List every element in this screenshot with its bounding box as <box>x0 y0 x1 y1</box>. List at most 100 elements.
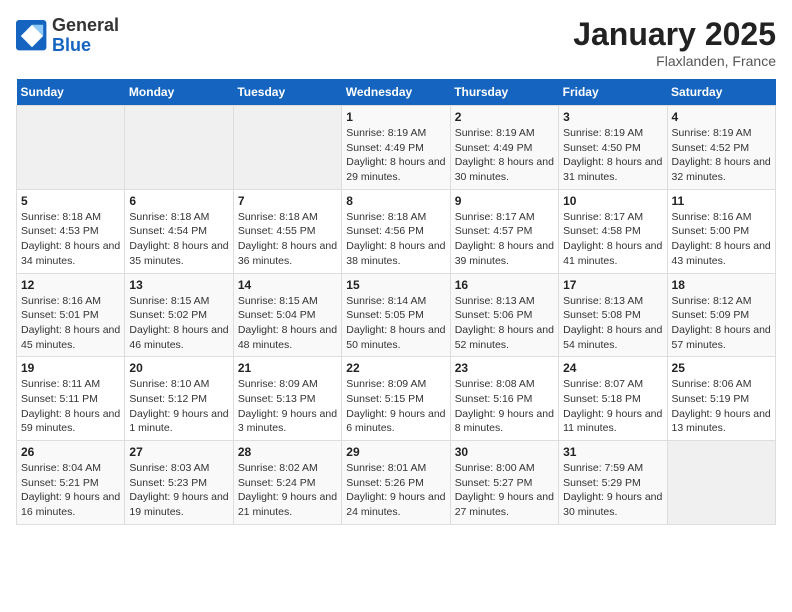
day-info: Sunrise: 8:16 AMSunset: 5:01 PMDaylight:… <box>21 294 120 353</box>
calendar-cell: 12 Sunrise: 8:16 AMSunset: 5:01 PMDayligh… <box>17 273 125 357</box>
day-number: 6 <box>129 194 228 208</box>
day-info: Sunrise: 8:01 AMSunset: 5:26 PMDaylight:… <box>346 461 445 520</box>
day-info: Sunrise: 8:13 AMSunset: 5:06 PMDaylight:… <box>455 294 554 353</box>
calendar-cell: 1 Sunrise: 8:19 AMSunset: 4:49 PMDaylight… <box>342 106 450 190</box>
weekday-header-row: SundayMondayTuesdayWednesdayThursdayFrid… <box>17 79 776 106</box>
day-info: Sunrise: 8:18 AMSunset: 4:53 PMDaylight:… <box>21 210 120 269</box>
day-number: 13 <box>129 278 228 292</box>
day-info: Sunrise: 8:15 AMSunset: 5:04 PMDaylight:… <box>238 294 337 353</box>
day-info: Sunrise: 8:04 AMSunset: 5:21 PMDaylight:… <box>21 461 120 520</box>
calendar-cell: 26Sunrise: 8:04 AMSunset: 5:21 PMDayligh… <box>17 441 125 525</box>
day-info: Sunrise: 8:18 AMSunset: 4:56 PMDaylight:… <box>346 210 445 269</box>
day-info: Sunrise: 8:09 AMSunset: 5:13 PMDaylight:… <box>238 377 337 436</box>
calendar-cell: 3 Sunrise: 8:19 AMSunset: 4:50 PMDaylight… <box>559 106 667 190</box>
day-number: 7 <box>238 194 337 208</box>
calendar-cell: 9 Sunrise: 8:17 AMSunset: 4:57 PMDaylight… <box>450 189 558 273</box>
logo-icon <box>16 20 48 52</box>
calendar-week-3: 12 Sunrise: 8:16 AMSunset: 5:01 PMDayligh… <box>17 273 776 357</box>
day-number: 3 <box>563 110 662 124</box>
day-info: Sunrise: 8:03 AMSunset: 5:23 PMDaylight:… <box>129 461 228 520</box>
calendar-week-1: 1 Sunrise: 8:19 AMSunset: 4:49 PMDaylight… <box>17 106 776 190</box>
day-info: Sunrise: 8:19 AMSunset: 4:50 PMDaylight:… <box>563 126 662 185</box>
weekday-tuesday: Tuesday <box>233 79 341 106</box>
day-info: Sunrise: 8:15 AMSunset: 5:02 PMDaylight:… <box>129 294 228 353</box>
logo: General Blue <box>16 16 119 56</box>
day-info: Sunrise: 8:17 AMSunset: 4:57 PMDaylight:… <box>455 210 554 269</box>
calendar-title: January 2025 <box>573 16 776 53</box>
day-number: 25 <box>672 361 771 375</box>
calendar-cell: 30Sunrise: 8:00 AMSunset: 5:27 PMDayligh… <box>450 441 558 525</box>
day-number: 12 <box>21 278 120 292</box>
day-info: Sunrise: 8:09 AMSunset: 5:15 PMDaylight:… <box>346 377 445 436</box>
day-number: 10 <box>563 194 662 208</box>
day-number: 1 <box>346 110 445 124</box>
calendar-cell: 31Sunrise: 7:59 AMSunset: 5:29 PMDayligh… <box>559 441 667 525</box>
day-number: 19 <box>21 361 120 375</box>
day-number: 15 <box>346 278 445 292</box>
calendar-cell <box>667 441 775 525</box>
day-number: 28 <box>238 445 337 459</box>
calendar-cell: 13 Sunrise: 8:15 AMSunset: 5:02 PMDayligh… <box>125 273 233 357</box>
calendar-cell: 10 Sunrise: 8:17 AMSunset: 4:58 PMDayligh… <box>559 189 667 273</box>
day-info: Sunrise: 8:18 AMSunset: 4:55 PMDaylight:… <box>238 210 337 269</box>
weekday-thursday: Thursday <box>450 79 558 106</box>
day-info: Sunrise: 8:02 AMSunset: 5:24 PMDaylight:… <box>238 461 337 520</box>
title-block: January 2025 Flaxlanden, France <box>573 16 776 69</box>
calendar-cell: 21 Sunrise: 8:09 AMSunset: 5:13 PMDayligh… <box>233 357 341 441</box>
calendar-cell: 17Sunrise: 8:13 AMSunset: 5:08 PMDayligh… <box>559 273 667 357</box>
day-number: 23 <box>455 361 554 375</box>
day-info: Sunrise: 7:59 AMSunset: 5:29 PMDaylight:… <box>563 461 662 520</box>
calendar-cell: 7 Sunrise: 8:18 AMSunset: 4:55 PMDaylight… <box>233 189 341 273</box>
day-info: Sunrise: 8:00 AMSunset: 5:27 PMDaylight:… <box>455 461 554 520</box>
calendar-table: SundayMondayTuesdayWednesdayThursdayFrid… <box>16 79 776 525</box>
day-number: 4 <box>672 110 771 124</box>
day-info: Sunrise: 8:18 AMSunset: 4:54 PMDaylight:… <box>129 210 228 269</box>
day-number: 22 <box>346 361 445 375</box>
day-number: 14 <box>238 278 337 292</box>
day-info: Sunrise: 8:10 AMSunset: 5:12 PMDaylight:… <box>129 377 228 436</box>
day-number: 29 <box>346 445 445 459</box>
calendar-cell: 27 Sunrise: 8:03 AMSunset: 5:23 PMDayligh… <box>125 441 233 525</box>
calendar-cell: 6 Sunrise: 8:18 AMSunset: 4:54 PMDaylight… <box>125 189 233 273</box>
day-info: Sunrise: 8:16 AMSunset: 5:00 PMDaylight:… <box>672 210 771 269</box>
calendar-cell: 4 Sunrise: 8:19 AMSunset: 4:52 PMDaylight… <box>667 106 775 190</box>
day-info: Sunrise: 8:17 AMSunset: 4:58 PMDaylight:… <box>563 210 662 269</box>
day-info: Sunrise: 8:08 AMSunset: 5:16 PMDaylight:… <box>455 377 554 436</box>
day-number: 18 <box>672 278 771 292</box>
logo-blue-text: Blue <box>52 35 91 55</box>
day-info: Sunrise: 8:11 AMSunset: 5:11 PMDaylight:… <box>21 377 120 436</box>
day-info: Sunrise: 8:19 AMSunset: 4:49 PMDaylight:… <box>346 126 445 185</box>
day-number: 9 <box>455 194 554 208</box>
calendar-cell: 5Sunrise: 8:18 AMSunset: 4:53 PMDaylight… <box>17 189 125 273</box>
calendar-cell: 25 Sunrise: 8:06 AMSunset: 5:19 PMDayligh… <box>667 357 775 441</box>
day-number: 16 <box>455 278 554 292</box>
calendar-week-4: 19 Sunrise: 8:11 AMSunset: 5:11 PMDayligh… <box>17 357 776 441</box>
calendar-week-2: 5Sunrise: 8:18 AMSunset: 4:53 PMDaylight… <box>17 189 776 273</box>
day-info: Sunrise: 8:19 AMSunset: 4:49 PMDaylight:… <box>455 126 554 185</box>
calendar-cell: 14 Sunrise: 8:15 AMSunset: 5:04 PMDayligh… <box>233 273 341 357</box>
day-number: 27 <box>129 445 228 459</box>
weekday-sunday: Sunday <box>17 79 125 106</box>
calendar-cell: 18 Sunrise: 8:12 AMSunset: 5:09 PMDayligh… <box>667 273 775 357</box>
calendar-cell: 15Sunrise: 8:14 AMSunset: 5:05 PMDayligh… <box>342 273 450 357</box>
calendar-cell: 8 Sunrise: 8:18 AMSunset: 4:56 PMDaylight… <box>342 189 450 273</box>
calendar-cell: 28 Sunrise: 8:02 AMSunset: 5:24 PMDayligh… <box>233 441 341 525</box>
day-number: 21 <box>238 361 337 375</box>
day-number: 8 <box>346 194 445 208</box>
day-info: Sunrise: 8:06 AMSunset: 5:19 PMDaylight:… <box>672 377 771 436</box>
calendar-cell: 29 Sunrise: 8:01 AMSunset: 5:26 PMDayligh… <box>342 441 450 525</box>
day-number: 11 <box>672 194 771 208</box>
calendar-cell: 2 Sunrise: 8:19 AMSunset: 4:49 PMDaylight… <box>450 106 558 190</box>
weekday-friday: Friday <box>559 79 667 106</box>
calendar-cell: 24 Sunrise: 8:07 AMSunset: 5:18 PMDayligh… <box>559 357 667 441</box>
day-number: 2 <box>455 110 554 124</box>
page-header: General Blue January 2025 Flaxlanden, Fr… <box>16 16 776 69</box>
calendar-cell: 20 Sunrise: 8:10 AMSunset: 5:12 PMDayligh… <box>125 357 233 441</box>
day-number: 20 <box>129 361 228 375</box>
day-info: Sunrise: 8:12 AMSunset: 5:09 PMDaylight:… <box>672 294 771 353</box>
calendar-cell: 19 Sunrise: 8:11 AMSunset: 5:11 PMDayligh… <box>17 357 125 441</box>
logo-general-text: General <box>52 15 119 35</box>
day-number: 24 <box>563 361 662 375</box>
day-info: Sunrise: 8:19 AMSunset: 4:52 PMDaylight:… <box>672 126 771 185</box>
day-info: Sunrise: 8:07 AMSunset: 5:18 PMDaylight:… <box>563 377 662 436</box>
